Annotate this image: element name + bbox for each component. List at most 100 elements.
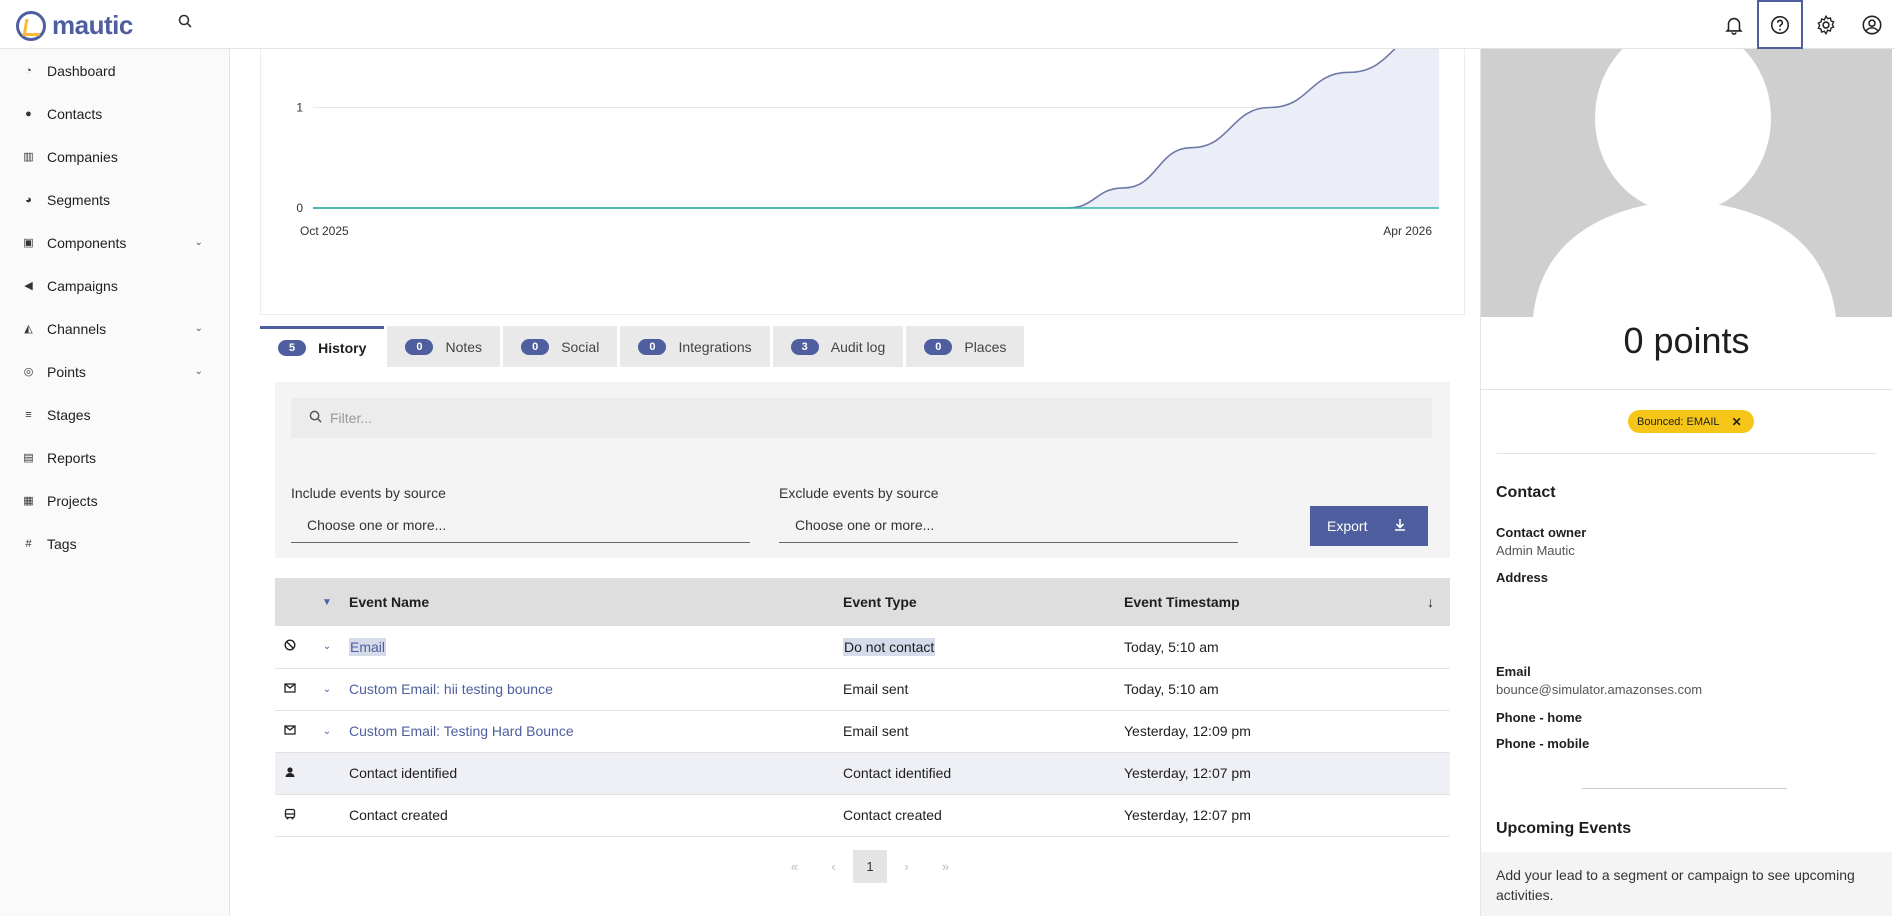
tab-label: Places — [964, 338, 1007, 355]
user-account-icon[interactable] — [1849, 0, 1895, 49]
mautic-logo-icon — [16, 10, 46, 41]
tab-count-badge: 0 — [638, 338, 667, 355]
event-type: Do not contact — [843, 637, 936, 656]
tag-label: Bounced: EMAIL — [1637, 415, 1720, 428]
table-row[interactable]: ⌄ Custom Email: hii testing bounce Email s… — [275, 668, 1450, 711]
next-page-button[interactable]: › — [887, 850, 926, 883]
ban-icon — [275, 626, 305, 669]
x-tick-label: Apr 2026 — [1383, 224, 1432, 238]
contact-created-icon — [275, 794, 305, 837]
chevron-down-icon: ⌄ — [194, 237, 203, 248]
email-label: Email — [1496, 664, 1531, 679]
tab-count-badge: 5 — [278, 340, 307, 356]
settings-gear-icon[interactable] — [1803, 0, 1849, 49]
event-type-cell: Do not contact — [843, 626, 1124, 669]
event-timestamp: Yesterday, 12:07 pm — [1124, 794, 1450, 837]
sidebar-item-stages[interactable]: ≡ Stages — [0, 393, 229, 436]
tab-places[interactable]: 0 Places — [906, 326, 1025, 367]
history-filter-input[interactable]: Filter... — [291, 398, 1432, 438]
event-type-cell: Contact created — [843, 794, 1124, 837]
contact-details-panel: 0 points Bounced: EMAIL ✕ Contact Contac… — [1480, 0, 1895, 916]
first-page-button[interactable]: « — [775, 850, 814, 883]
contact-points: 0 points — [1623, 320, 1750, 361]
mautic-logo[interactable]: mautic — [16, 10, 133, 41]
filter-placeholder: Filter... — [330, 410, 373, 426]
notifications-bell-icon[interactable] — [1711, 0, 1757, 49]
contact-section-title: Contact — [1496, 484, 1556, 501]
exclude-sources-select[interactable]: Choose one or more... — [779, 506, 1238, 543]
expand-row-toggle[interactable]: ⌄ — [305, 668, 349, 711]
sidebar-item-segments[interactable]: ◕ Segments — [0, 178, 229, 221]
y-tick-label: 1 — [296, 101, 303, 115]
divider — [1582, 788, 1787, 789]
tab-label: History — [318, 340, 367, 356]
event-name-link[interactable]: Custom Email: hii testing bounce — [349, 681, 553, 697]
help-icon[interactable] — [1757, 0, 1803, 49]
include-sources-select[interactable]: Choose one or more... — [291, 506, 750, 543]
expand-all-toggle[interactable]: ▼ — [305, 578, 349, 626]
engagement-chart: 0 1 Oct 2025 Apr 2026 — [296, 49, 1439, 238]
include-sources-label: Include events by source — [291, 485, 446, 501]
event-type-cell: Email sent — [843, 710, 1124, 753]
tab-audit-log[interactable]: 3 Audit log — [772, 326, 904, 367]
sidebar-item-companies[interactable]: ▥ Companies — [0, 135, 229, 178]
sort-desc-icon[interactable]: ↓ — [1424, 578, 1450, 626]
tab-social[interactable]: 0 Social — [503, 326, 618, 367]
tab-count-badge: 3 — [790, 338, 819, 355]
sidebar-item-label: Reports — [47, 449, 97, 466]
download-icon — [1394, 518, 1406, 534]
tab-history[interactable]: 5 History — [260, 326, 385, 367]
channels-icon: ◭ — [24, 323, 33, 335]
table-row[interactable]: Contact identified Contact identified Yest… — [275, 752, 1450, 795]
expand-row-toggle[interactable]: ⌄ — [305, 626, 349, 669]
current-page-button[interactable]: 1 — [853, 850, 887, 883]
header-event-type[interactable]: Event Type — [843, 578, 1124, 626]
search-icon — [309, 410, 322, 426]
user-icon — [275, 752, 305, 795]
table-row[interactable]: ⌄ Custom Email: Testing Hard Bounce Email … — [275, 710, 1450, 753]
sidebar-item-points[interactable]: ◎ Points ⌄ — [0, 350, 229, 393]
sidebar-item-components[interactable]: ▣ Components ⌄ — [0, 221, 229, 264]
event-type: Contact identified — [843, 765, 952, 781]
event-name-link[interactable]: Email — [349, 637, 387, 656]
sidebar-item-contacts[interactable]: ● Contacts — [0, 92, 229, 135]
stages-icon: ≡ — [25, 408, 32, 421]
sidebar-item-dashboard[interactable]: ◔ Dashboard — [0, 49, 229, 92]
tab-integrations[interactable]: 0 Integrations — [620, 326, 770, 367]
sidebar-item-label: Segments — [47, 191, 111, 208]
remove-tag-icon[interactable]: ✕ — [1732, 415, 1742, 429]
header-event-name[interactable]: Event Name — [349, 578, 843, 626]
owner-value: Admin Mautic — [1496, 543, 1575, 558]
sidebar-item-campaigns[interactable]: ◀ Campaigns — [0, 264, 229, 307]
prev-page-button[interactable]: ‹ — [814, 850, 853, 883]
exclude-sources-label: Exclude events by source — [779, 485, 939, 501]
event-timestamp: Yesterday, 12:07 pm — [1124, 752, 1450, 795]
companies-icon: ▥ — [23, 151, 34, 163]
global-search-icon[interactable] — [178, 14, 198, 34]
expand-row-toggle[interactable]: ⌄ — [305, 710, 349, 753]
tab-count-badge: 0 — [924, 338, 953, 355]
divider — [1481, 389, 1892, 390]
event-type: Email sent — [843, 723, 909, 739]
tab-label: Audit log — [830, 338, 886, 355]
event-type: Email sent — [843, 681, 909, 697]
last-page-button[interactable]: » — [926, 850, 965, 883]
email-sent-icon — [275, 668, 305, 711]
event-timestamp: Yesterday, 12:09 pm — [1124, 710, 1450, 753]
tab-notes[interactable]: 0 Notes — [387, 326, 501, 367]
history-filter-panel: Filter... Include events by source Choos… — [275, 382, 1450, 558]
divider — [1497, 453, 1876, 454]
sidebar-item-reports[interactable]: ▤ Reports — [0, 436, 229, 479]
phone-mobile-label: Phone - mobile — [1496, 736, 1590, 751]
export-button[interactable]: Export — [1310, 506, 1428, 546]
sidebar-item-channels[interactable]: ◭ Channels ⌄ — [0, 307, 229, 350]
table-row[interactable]: Contact created Contact created Yesterday,… — [275, 794, 1450, 837]
sidebar-item-tags[interactable]: # Tags — [0, 522, 229, 565]
sidebar-item-projects[interactable]: ▦ Projects — [0, 479, 229, 522]
table-row[interactable]: ⌄ Email Do not contact Today, 5:10 am — [275, 626, 1450, 669]
header-event-timestamp[interactable]: Event Timestamp — [1124, 578, 1424, 626]
tab-label: Social — [561, 338, 600, 355]
event-name-link[interactable]: Custom Email: Testing Hard Bounce — [349, 723, 574, 739]
event-name: Contact created — [349, 807, 448, 823]
chevron-down-icon: ⌄ — [194, 366, 203, 377]
